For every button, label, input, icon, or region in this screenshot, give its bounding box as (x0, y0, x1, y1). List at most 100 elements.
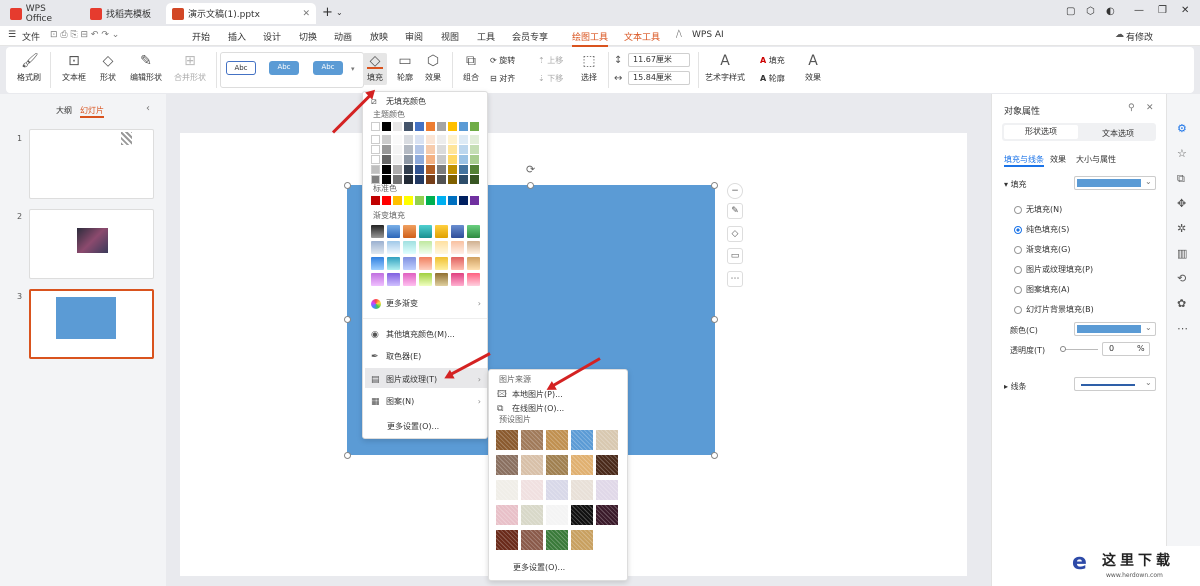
theme-color-swatch[interactable] (404, 135, 413, 144)
tab-docer[interactable]: 找稻壳模板 (84, 3, 168, 24)
theme-color-swatch[interactable] (426, 165, 435, 174)
theme-color-swatch[interactable] (459, 122, 468, 131)
theme-color-swatch[interactable] (404, 122, 413, 131)
line-style-picker[interactable]: ⌄ (1074, 377, 1156, 391)
theme-color-swatch[interactable] (448, 122, 457, 131)
theme-color-swatch[interactable] (415, 175, 424, 184)
properties-icon[interactable]: ⚙ (1177, 122, 1187, 135)
standard-color-swatch[interactable] (415, 196, 424, 205)
color-picker[interactable]: ⌄ (1074, 322, 1156, 336)
standard-color-swatch[interactable] (437, 196, 446, 205)
more-gradient-item[interactable]: 更多渐变 › (371, 298, 481, 309)
toolbar-quick-icons[interactable]: ⊡ ⎙ ⎘ ⊟ ↶ ↷ ⌄ (50, 30, 119, 40)
rotate-button[interactable]: ⟳ 旋转 (490, 55, 515, 66)
star-icon[interactable]: ☆ (1177, 147, 1187, 160)
other-colors-item[interactable]: ◉ 其他填充颜色(M)... (371, 329, 455, 340)
theme-color-swatch[interactable] (470, 175, 479, 184)
window-icon[interactable]: ▢ (1066, 6, 1075, 17)
bring-up-button[interactable]: ⇡ 上移 (538, 55, 563, 66)
collapse-icon[interactable]: ‹ (146, 103, 150, 114)
online-picture-item[interactable]: ⧉ 在线图片(O)... (497, 403, 564, 414)
theme-color-swatch[interactable] (470, 165, 479, 174)
eyedropper-item[interactable]: ✒ 取色器(E) (371, 351, 421, 362)
menu-animation[interactable]: 动画 (334, 30, 352, 43)
rotate-handle-icon[interactable]: ⟳ (526, 163, 535, 176)
menu-start[interactable]: 开始 (192, 30, 210, 43)
menu-review[interactable]: 审阅 (405, 30, 423, 43)
gradient-swatch[interactable] (371, 225, 384, 238)
texture-swatch[interactable] (596, 480, 618, 500)
gradient-swatch[interactable] (419, 225, 432, 238)
theme-color-swatch[interactable] (437, 135, 446, 144)
theme-color-swatch[interactable] (371, 122, 380, 131)
fill-option-radio[interactable]: 纯色填充(S) (1014, 224, 1069, 235)
resize-handle[interactable] (711, 182, 718, 189)
textbox-button[interactable]: ⊡ 文本框 (58, 53, 90, 83)
theme-color-swatch[interactable] (371, 165, 380, 174)
outline-icon[interactable]: ▭ (727, 248, 743, 264)
art-style-button[interactable]: A 艺术字样式 (702, 53, 748, 83)
gradient-swatch[interactable] (467, 225, 480, 238)
theme-color-swatch[interactable] (382, 122, 391, 131)
gradient-swatch[interactable] (387, 257, 400, 270)
transparency-input[interactable]: 0% (1102, 342, 1150, 356)
edit-shape-button[interactable]: ✎ 编辑形状 (126, 53, 166, 83)
theme-color-swatch[interactable] (459, 165, 468, 174)
text-effect-button[interactable]: A 效果 (800, 53, 826, 83)
texture-swatch[interactable] (521, 480, 543, 500)
texture-swatch[interactable] (496, 505, 518, 525)
fill-button[interactable]: ◇ 填充 (363, 53, 387, 85)
slider-thumb[interactable] (1060, 346, 1066, 352)
standard-color-swatch[interactable] (393, 196, 402, 205)
theme-color-swatch[interactable] (426, 175, 435, 184)
settings-icon[interactable]: ✲ (1177, 222, 1186, 235)
standard-color-swatch[interactable] (382, 196, 391, 205)
theme-color-swatch[interactable] (437, 122, 446, 131)
menu-view[interactable]: 视图 (441, 30, 459, 43)
transparency-slider[interactable] (1060, 346, 1098, 352)
layers-icon[interactable]: ⧉ (1177, 172, 1185, 186)
resize-handle[interactable] (527, 182, 534, 189)
move-icon[interactable]: ✥ (1177, 197, 1186, 210)
submenu-more-settings[interactable]: 更多设置(O)... (513, 562, 565, 573)
style-preset-1[interactable]: Abc (226, 61, 256, 75)
gradient-swatch[interactable] (419, 241, 432, 254)
texture-swatch[interactable] (496, 530, 518, 550)
theme-color-swatch[interactable] (415, 165, 424, 174)
texture-swatch[interactable] (521, 505, 543, 525)
theme-color-swatch[interactable] (459, 175, 468, 184)
theme-color-swatch[interactable] (437, 155, 446, 164)
gradient-swatch[interactable] (371, 273, 384, 286)
more-settings-item[interactable]: 更多设置(O)... (387, 421, 439, 432)
maximize-icon[interactable]: ❐ (1158, 5, 1167, 16)
slide-thumbnail-2[interactable] (29, 209, 154, 279)
texture-swatch[interactable] (596, 430, 618, 450)
standard-color-swatch[interactable] (404, 196, 413, 205)
fill-option-radio[interactable]: 渐变填充(G) (1014, 244, 1070, 255)
resize-handle[interactable] (344, 316, 351, 323)
picture-texture-item[interactable]: ▤ 图片或纹理(T) › (371, 374, 481, 385)
tab-slides[interactable]: 幻灯片 (80, 105, 104, 118)
fill-option-radio[interactable]: 无填充(N) (1014, 204, 1062, 215)
theme-color-swatch[interactable] (437, 175, 446, 184)
texture-swatch[interactable] (546, 455, 568, 475)
theme-color-swatch[interactable] (415, 155, 424, 164)
menu-slideshow[interactable]: 放映 (370, 30, 388, 43)
group-button[interactable]: ⧉ 组合 (458, 53, 484, 83)
theme-color-swatch[interactable] (415, 135, 424, 144)
fill-color-picker[interactable]: ⌄ (1074, 176, 1156, 190)
theme-color-swatch[interactable] (371, 145, 380, 154)
style-preset-3[interactable]: Abc (313, 61, 343, 75)
gradient-swatch[interactable] (419, 273, 432, 286)
subtab-size[interactable]: 大小与属性 (1076, 154, 1116, 165)
texture-swatch[interactable] (571, 480, 593, 500)
menu-text-tools[interactable]: 文本工具 (624, 30, 660, 43)
theme-color-swatch[interactable] (426, 145, 435, 154)
resize-handle[interactable] (344, 182, 351, 189)
theme-color-swatch[interactable] (426, 135, 435, 144)
theme-color-swatch[interactable] (382, 135, 391, 144)
tab-wps-office[interactable]: WPS Office (4, 3, 80, 24)
theme-color-swatch[interactable] (393, 155, 402, 164)
theme-color-swatch[interactable] (404, 155, 413, 164)
effect-button[interactable]: ⬡ 效果 (420, 53, 446, 83)
